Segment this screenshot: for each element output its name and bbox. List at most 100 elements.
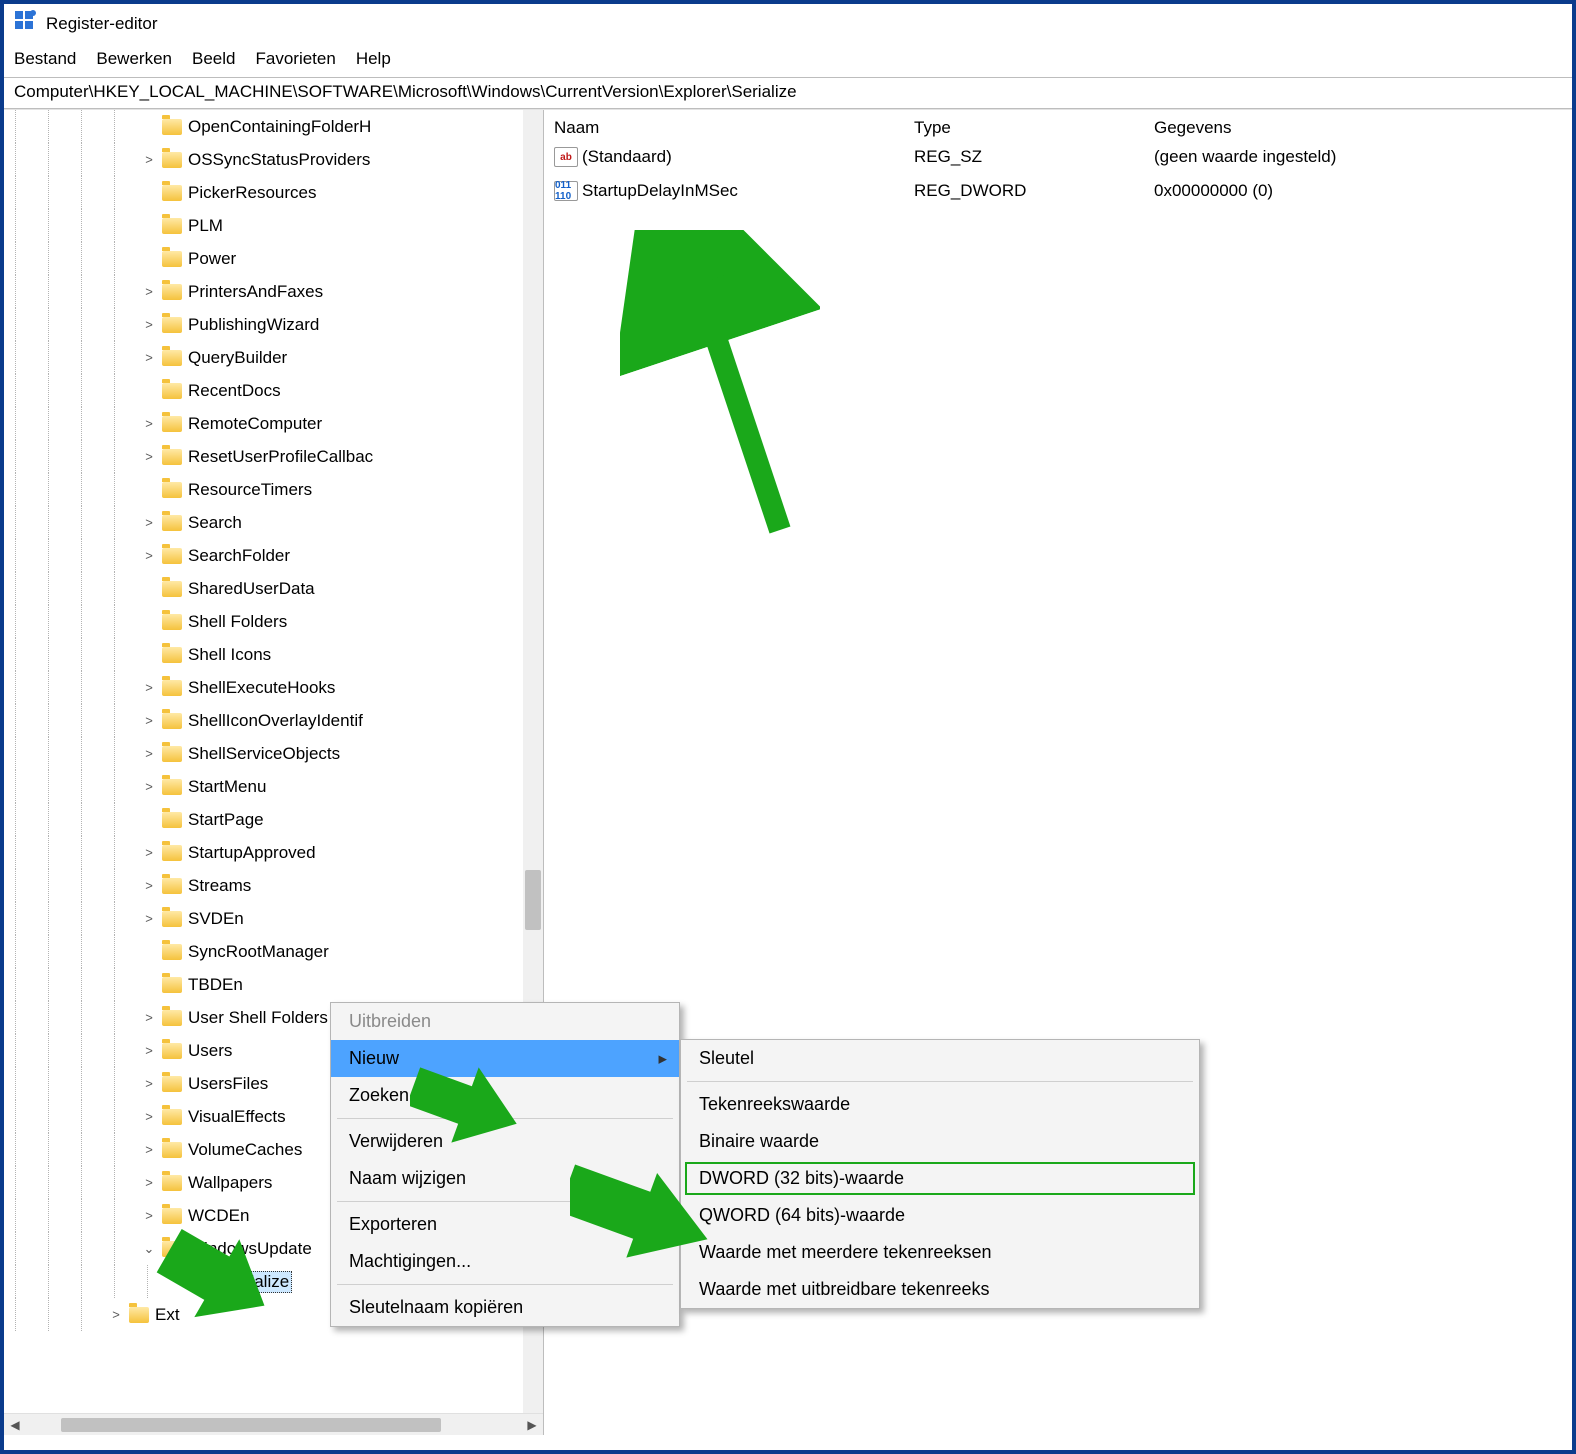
- menu-item[interactable]: Sleutel: [681, 1040, 1199, 1077]
- col-data[interactable]: Gegevens: [1144, 116, 1572, 140]
- menu-item[interactable]: Tekenreekswaarde: [681, 1086, 1199, 1123]
- menu-separator: [337, 1201, 673, 1202]
- chevron-right-icon[interactable]: >: [142, 845, 156, 860]
- tree-item[interactable]: >StartPage: [4, 803, 523, 836]
- tree-item[interactable]: > Streams: [4, 869, 523, 902]
- tree-item[interactable]: >ShellIconOverlayIdentif: [4, 704, 523, 737]
- folder-icon: [162, 119, 182, 135]
- chevron-right-icon[interactable]: >: [142, 680, 156, 695]
- menu-item[interactable]: QWORD (64 bits)-waarde: [681, 1197, 1199, 1234]
- context-submenu-new[interactable]: Sleutel TekenreekswaardeBinaire waardeDWO…: [680, 1039, 1200, 1309]
- chevron-right-icon[interactable]: >: [142, 350, 156, 365]
- chevron-right-icon[interactable]: >: [142, 449, 156, 464]
- chevron-right-icon[interactable]: >: [142, 1175, 156, 1190]
- horizontal-scrollbar[interactable]: ◀ ▶: [4, 1413, 543, 1435]
- value-row[interactable]: 011 110StartupDelayInMSecREG_DWORD0x0000…: [544, 174, 1572, 208]
- tree-item-label: VisualEffects: [188, 1107, 286, 1127]
- chevron-right-icon[interactable]: >: [109, 1307, 123, 1322]
- menu-item[interactable]: Waarde met uitbreidbare tekenreeks: [681, 1271, 1199, 1308]
- menu-item[interactable]: Exporteren: [331, 1206, 679, 1243]
- folder-icon: [162, 383, 182, 399]
- scroll-left-icon[interactable]: ◀: [4, 1418, 26, 1432]
- chevron-right-icon: >: [142, 482, 156, 497]
- chevron-right-icon[interactable]: >: [142, 746, 156, 761]
- menu-item[interactable]: Verwijderen: [331, 1123, 679, 1160]
- chevron-down-icon[interactable]: ⌄: [142, 1241, 156, 1257]
- tree-item[interactable]: >PublishingWizard: [4, 308, 523, 341]
- tree-item[interactable]: >Power: [4, 242, 523, 275]
- chevron-right-icon[interactable]: >: [142, 515, 156, 530]
- tree-item-label: Shell Icons: [188, 645, 271, 665]
- col-name[interactable]: Naam: [544, 116, 904, 140]
- tree-item[interactable]: >SearchFolder: [4, 539, 523, 572]
- tree-item[interactable]: >PLM: [4, 209, 523, 242]
- menu-item[interactable]: Naam wijzigen: [331, 1160, 679, 1197]
- tree-item-label: SharedUserData: [188, 579, 315, 599]
- folder-icon: [162, 647, 182, 663]
- tree-item[interactable]: > ShellServiceObjects: [4, 737, 523, 770]
- tree-item[interactable]: >PrintersAndFaxes: [4, 275, 523, 308]
- title-bar: Register-editor: [4, 4, 1572, 43]
- chevron-right-icon[interactable]: >: [142, 1142, 156, 1157]
- chevron-right-icon[interactable]: >: [142, 878, 156, 893]
- chevron-right-icon[interactable]: >: [142, 284, 156, 299]
- tree-item[interactable]: >StartMenu: [4, 770, 523, 803]
- tree-item[interactable]: >StartupApproved: [4, 836, 523, 869]
- menu-item[interactable]: Machtigingen...: [331, 1243, 679, 1280]
- tree-item-label: Users: [188, 1041, 232, 1061]
- chevron-right-icon[interactable]: >: [142, 416, 156, 431]
- chevron-right-icon[interactable]: >: [142, 779, 156, 794]
- tree-item-label: ShellServiceObjects: [188, 744, 340, 764]
- menu-item[interactable]: Waarde met meerdere tekenreeksen: [681, 1234, 1199, 1271]
- scrollbar-thumb[interactable]: [525, 870, 541, 930]
- tree-item[interactable]: >RecentDocs: [4, 374, 523, 407]
- tree-item[interactable]: >ResourceTimers: [4, 473, 523, 506]
- chevron-right-icon: >: [142, 977, 156, 992]
- context-menu[interactable]: UitbreidenNieuwZoeken...VerwijderenNaam …: [330, 1002, 680, 1327]
- scrollbar-thumb[interactable]: [61, 1418, 441, 1432]
- tree-item-label: Power: [188, 249, 236, 269]
- tree-item-label: Streams: [188, 876, 251, 896]
- tree-item[interactable]: > Search: [4, 506, 523, 539]
- tree-item[interactable]: >SVDEn: [4, 902, 523, 935]
- chevron-right-icon: >: [142, 218, 156, 233]
- tree-item[interactable]: >OpenContainingFolderH: [4, 110, 523, 143]
- menu-item[interactable]: DWORD (32 bits)-waarde: [681, 1160, 1199, 1197]
- menu-item[interactable]: Sleutelnaam kopiëren: [331, 1289, 679, 1326]
- chevron-right-icon[interactable]: >: [142, 911, 156, 926]
- menu-item[interactable]: Zoeken...: [331, 1077, 679, 1114]
- menu-help[interactable]: Help: [356, 49, 391, 69]
- tree-item[interactable]: >PickerResources: [4, 176, 523, 209]
- value-row[interactable]: ab(Standaard)REG_SZ(geen waarde ingestel…: [544, 140, 1572, 174]
- menu-view[interactable]: Beeld: [192, 49, 235, 69]
- tree-item[interactable]: >SyncRootManager: [4, 935, 523, 968]
- menu-fav[interactable]: Favorieten: [255, 49, 335, 69]
- chevron-right-icon[interactable]: >: [142, 713, 156, 728]
- chevron-right-icon[interactable]: >: [142, 1043, 156, 1058]
- chevron-right-icon[interactable]: >: [142, 1076, 156, 1091]
- tree-item[interactable]: >RemoteComputer: [4, 407, 523, 440]
- address-bar[interactable]: Computer\HKEY_LOCAL_MACHINE\SOFTWARE\Mic…: [4, 78, 1572, 109]
- chevron-right-icon[interactable]: >: [142, 1109, 156, 1124]
- tree-item-label: Search: [188, 513, 242, 533]
- menu-item[interactable]: Nieuw: [331, 1040, 679, 1077]
- tree-item[interactable]: >ShellExecuteHooks: [4, 671, 523, 704]
- tree-item[interactable]: >Shell Icons: [4, 638, 523, 671]
- menu-item[interactable]: Binaire waarde: [681, 1123, 1199, 1160]
- col-type[interactable]: Type: [904, 116, 1144, 140]
- tree-item[interactable]: >OSSyncStatusProviders: [4, 143, 523, 176]
- menu-edit[interactable]: Bewerken: [96, 49, 172, 69]
- tree-item[interactable]: >Shell Folders: [4, 605, 523, 638]
- chevron-right-icon[interactable]: >: [142, 548, 156, 563]
- menu-file[interactable]: Bestand: [14, 49, 76, 69]
- tree-item[interactable]: >ResetUserProfileCallbac: [4, 440, 523, 473]
- tree-item[interactable]: >SharedUserData: [4, 572, 523, 605]
- chevron-right-icon[interactable]: >: [142, 317, 156, 332]
- chevron-right-icon[interactable]: >: [142, 1208, 156, 1223]
- chevron-right-icon[interactable]: >: [142, 152, 156, 167]
- chevron-right-icon[interactable]: >: [142, 1010, 156, 1025]
- tree-item[interactable]: >TBDEn: [4, 968, 523, 1001]
- tree-item[interactable]: >QueryBuilder: [4, 341, 523, 374]
- scroll-right-icon[interactable]: ▶: [521, 1418, 543, 1432]
- tree-item-label: VolumeCaches: [188, 1140, 302, 1160]
